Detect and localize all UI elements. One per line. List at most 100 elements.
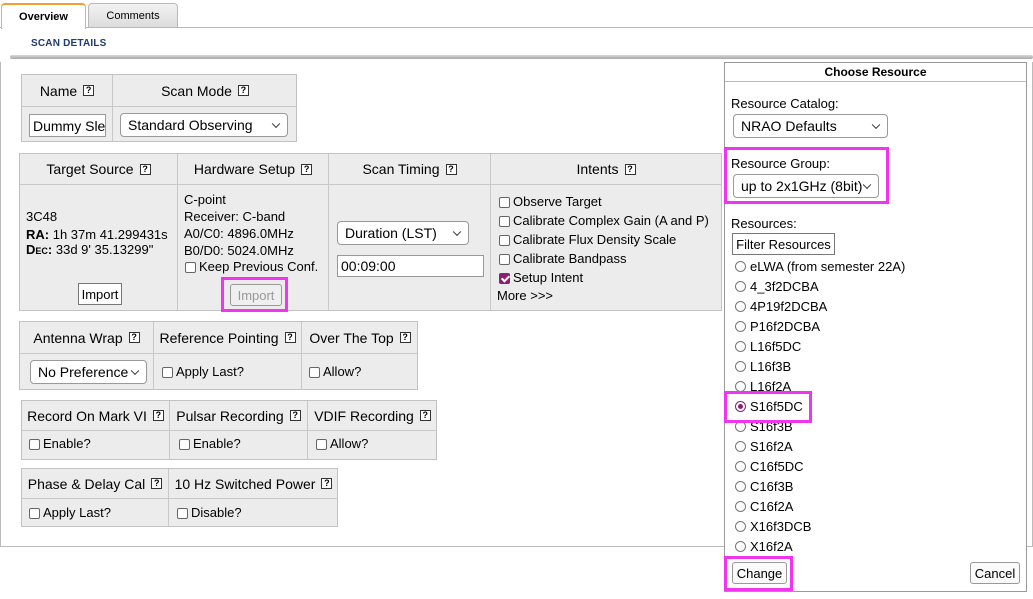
resource-option[interactable]: S16f2A	[735, 439, 793, 454]
resource-option[interactable]: 4_3f2DCBA	[735, 279, 819, 294]
phase-group: Phase & Delay Cal ? 10 Hz Switched Power…	[21, 468, 338, 527]
resource-radio[interactable]	[735, 501, 746, 512]
resource-radio[interactable]	[735, 521, 746, 532]
resource-radio[interactable]	[735, 281, 746, 292]
resource-option[interactable]: 4P19f2DCBA	[735, 299, 827, 314]
resource-option[interactable]: L16f3B	[735, 359, 791, 374]
resource-option[interactable]: C16f5DC	[735, 459, 803, 474]
keep-previous-checkbox[interactable]	[185, 262, 196, 274]
help-icon[interactable]: ?	[83, 85, 95, 96]
reference-pointing-checkbox[interactable]	[162, 367, 173, 379]
help-icon[interactable]: ?	[301, 163, 313, 175]
vdif-checkbox[interactable]	[316, 439, 327, 451]
resource-radio[interactable]	[735, 421, 746, 432]
change-button[interactable]: Change	[732, 562, 787, 584]
help-icon[interactable]: ?	[152, 410, 164, 421]
hardware-setup-header: Hardware Setup ?	[178, 154, 329, 185]
intent-option[interactable]: Calibrate Bandpass	[499, 251, 626, 266]
resource-radio[interactable]	[735, 261, 746, 272]
tab-overview[interactable]: Overview	[1, 3, 86, 29]
section-divider	[10, 55, 1033, 59]
resource-catalog-select[interactable]: NRAO Defaults	[733, 114, 888, 138]
scan-timing-input[interactable]: 00:09:00	[337, 255, 484, 277]
help-icon[interactable]: ?	[321, 478, 333, 489]
switched-power-option[interactable]: Disable?	[177, 505, 242, 520]
help-icon[interactable]: ?	[624, 163, 636, 175]
resource-radio[interactable]	[735, 361, 746, 372]
scan-timing-select[interactable]: Duration (LST)	[337, 221, 469, 245]
over-the-top-option[interactable]: Allow?	[309, 364, 361, 379]
resource-option[interactable]: S16f5DC	[735, 399, 803, 414]
resource-option[interactable]: P16f2DCBA	[735, 319, 820, 334]
resource-option[interactable]: L16f2A	[735, 379, 791, 394]
vdif-option[interactable]: Allow?	[316, 436, 368, 451]
hardware-import-button[interactable]: Import	[230, 284, 282, 306]
intents-header-label: Intents	[576, 161, 619, 177]
antenna-wrap-value: No Preference	[38, 364, 129, 380]
resource-group-select[interactable]: up to 2x1GHz (8bit)	[733, 174, 879, 198]
help-icon[interactable]: ?	[419, 410, 431, 421]
intent-checkbox[interactable]	[499, 254, 510, 266]
help-icon[interactable]: ?	[445, 163, 457, 175]
help-icon[interactable]: ?	[399, 332, 411, 343]
pulsar-checkbox[interactable]	[179, 439, 190, 451]
resource-group-label: Resource Group:	[731, 156, 830, 171]
intent-option[interactable]: Calibrate Complex Gain (A and P)	[499, 213, 709, 228]
resource-option[interactable]: X16f2A	[735, 539, 793, 554]
intent-option[interactable]: Calibrate Flux Density Scale	[499, 232, 676, 247]
scan-timing-cell	[329, 185, 491, 311]
help-icon[interactable]: ?	[151, 478, 163, 489]
tab-comments[interactable]: Comments	[88, 3, 178, 27]
intent-checkbox[interactable]	[499, 273, 510, 285]
resource-radio[interactable]	[735, 301, 746, 312]
mark-vi-label: Enable?	[43, 436, 91, 451]
phase-delay-checkbox[interactable]	[29, 508, 40, 520]
resource-option[interactable]: C16f3B	[735, 479, 793, 494]
resource-radio[interactable]	[735, 461, 746, 472]
recording-group: Record On Mark VI ? Pulsar Recording ? V…	[21, 400, 437, 460]
intent-option[interactable]: Setup Intent	[499, 270, 583, 285]
cancel-button[interactable]: Cancel	[970, 562, 1020, 584]
help-icon[interactable]: ?	[289, 410, 301, 421]
help-icon[interactable]: ?	[128, 332, 140, 343]
resource-catalog-label: Resource Catalog:	[731, 96, 839, 111]
resource-radio[interactable]	[735, 481, 746, 492]
resource-option[interactable]: L16f5DC	[735, 339, 801, 354]
help-icon[interactable]: ?	[284, 332, 296, 343]
resource-option[interactable]: S16f3B	[735, 419, 793, 434]
reference-pointing-option[interactable]: Apply Last?	[162, 364, 244, 379]
resource-radio[interactable]	[735, 381, 746, 392]
resource-option[interactable]: X16f3DCB	[735, 519, 811, 534]
pulsar-recording-header-label: Pulsar Recording	[176, 407, 284, 424]
more-intents-link[interactable]: More >>>	[497, 288, 553, 303]
resource-radio[interactable]	[735, 341, 746, 352]
intent-checkbox[interactable]	[499, 197, 510, 209]
resource-radio[interactable]	[735, 401, 746, 412]
help-icon[interactable]: ?	[237, 85, 249, 96]
name-input[interactable]: Dummy Slew	[29, 114, 106, 137]
resource-option[interactable]: C16f2A	[735, 499, 793, 514]
phase-delay-option[interactable]: Apply Last?	[29, 505, 111, 520]
pulsar-option[interactable]: Enable?	[179, 436, 241, 451]
intent-option[interactable]: Observe Target	[499, 194, 602, 209]
over-the-top-header-label: Over The Top	[309, 329, 394, 346]
scan-mode-select[interactable]: Standard Observing	[120, 113, 288, 137]
intents-header: Intents ?	[491, 154, 721, 185]
resource-radio[interactable]	[735, 541, 746, 552]
intent-checkbox[interactable]	[499, 235, 510, 247]
help-icon[interactable]: ?	[139, 163, 151, 175]
filter-resources-button[interactable]: Filter Resources	[732, 233, 835, 255]
antenna-wrap-select[interactable]: No Preference	[30, 360, 147, 384]
over-the-top-checkbox[interactable]	[309, 367, 320, 379]
keep-previous-conf[interactable]: Keep Previous Conf.	[185, 259, 318, 274]
intent-checkbox[interactable]	[499, 216, 510, 228]
target-import-button[interactable]: Import	[78, 283, 122, 305]
resource-radio[interactable]	[735, 441, 746, 452]
mark-vi-checkbox[interactable]	[29, 439, 40, 451]
mark-vi-option[interactable]: Enable?	[29, 436, 91, 451]
resource-radio[interactable]	[735, 321, 746, 332]
scan-mode-header-label: Scan Mode	[161, 82, 232, 99]
switched-power-checkbox[interactable]	[177, 508, 188, 520]
resource-option[interactable]: eLWA (from semester 22A)	[735, 259, 905, 274]
reference-pointing-header: Reference Pointing ?	[154, 322, 302, 354]
